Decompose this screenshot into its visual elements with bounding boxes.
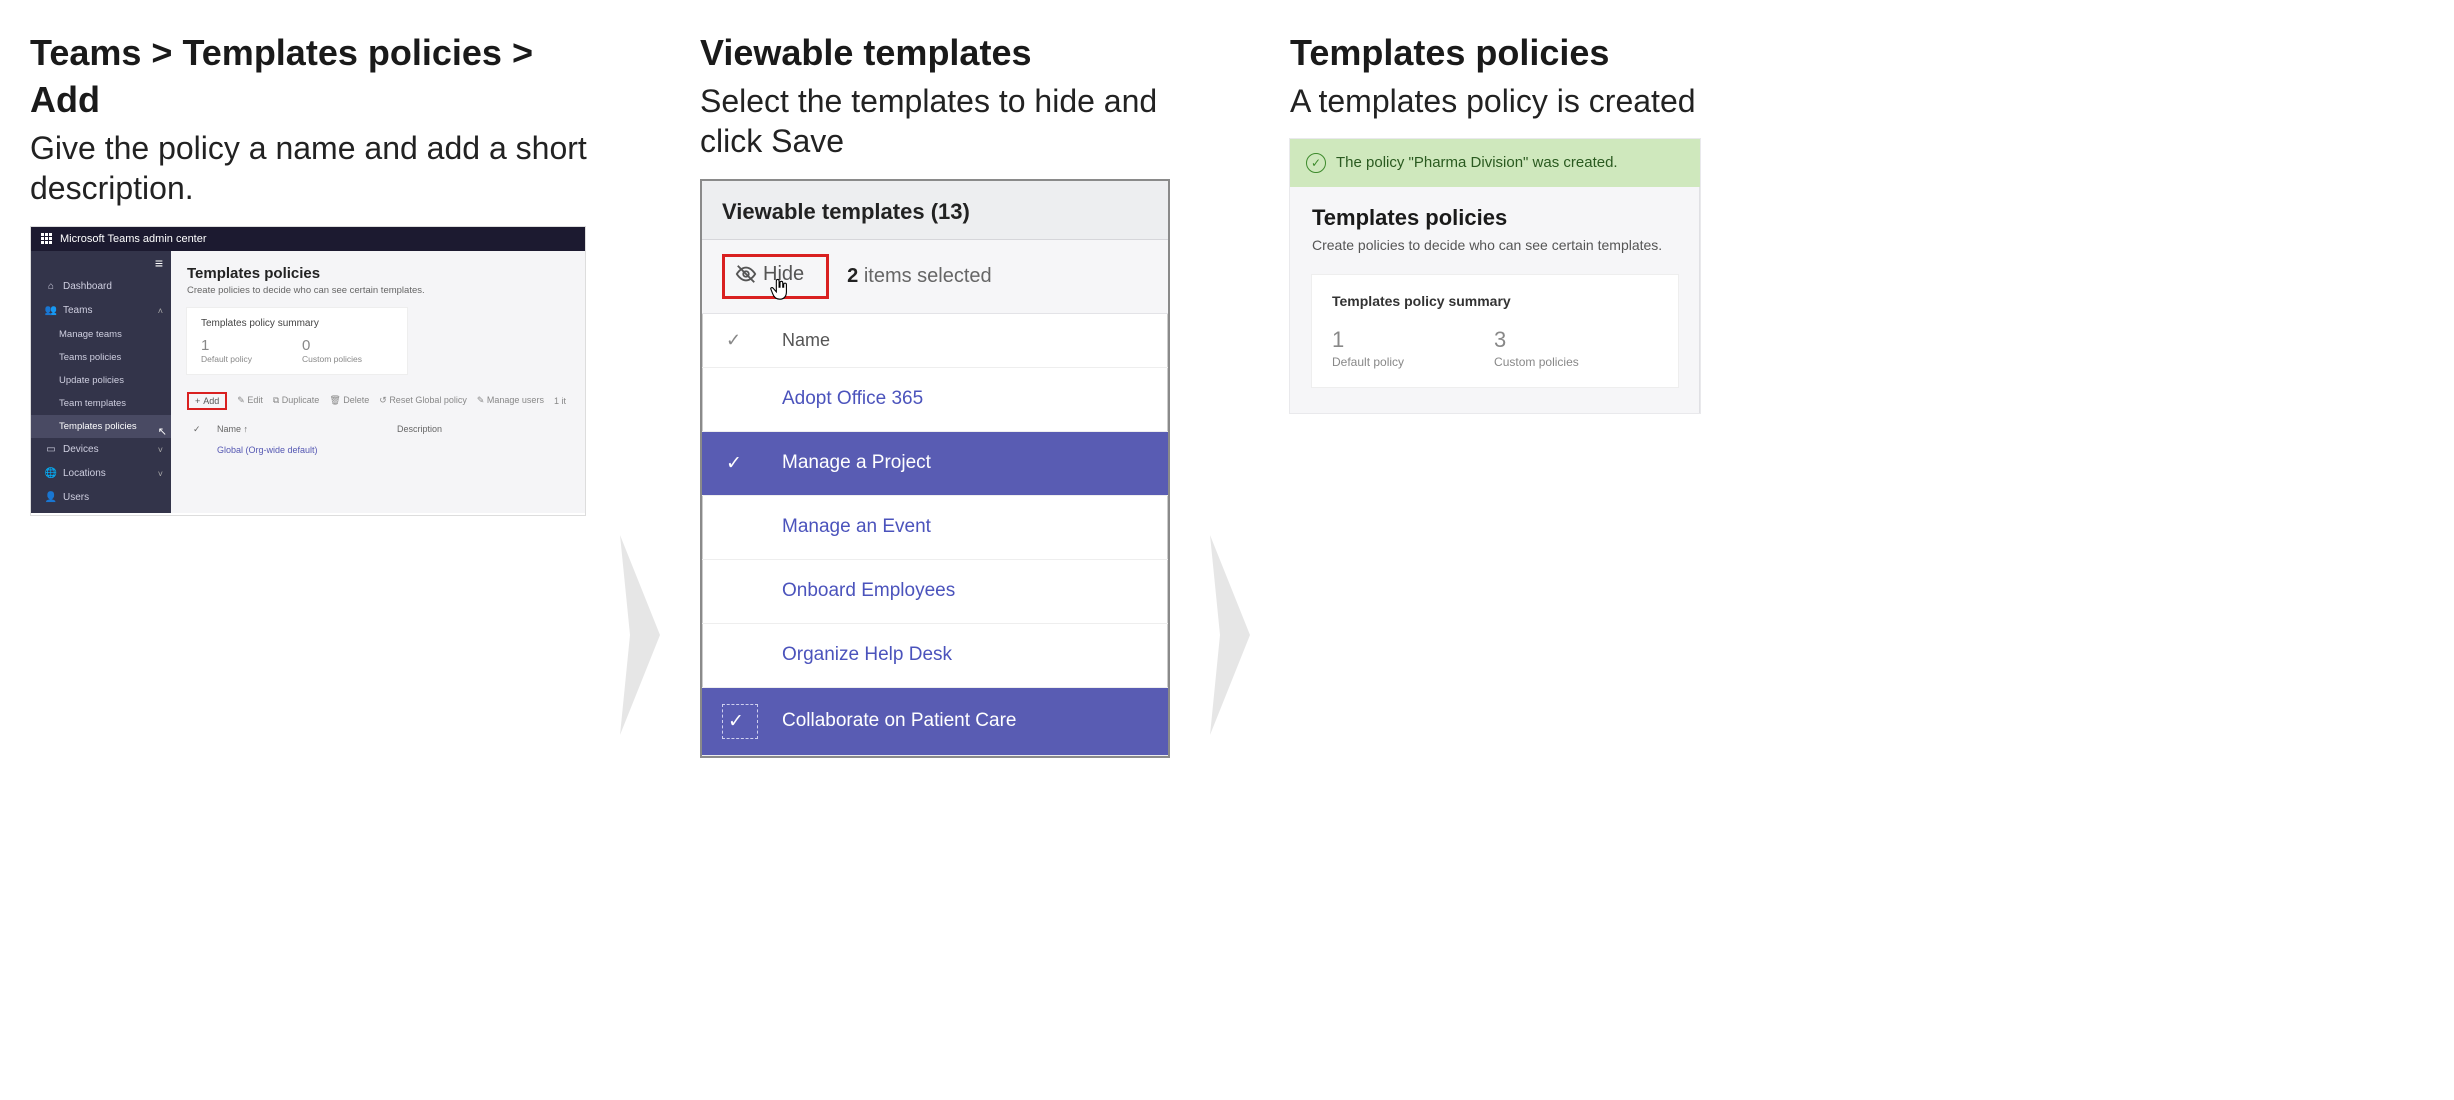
eye-slash-icon	[735, 263, 757, 285]
device-icon: ▭	[45, 444, 57, 456]
banner-text: The policy "Pharma Division" was created…	[1336, 154, 1618, 171]
duplicate-button[interactable]: ⧉ Duplicate	[273, 395, 319, 406]
flow-arrow-icon	[1210, 535, 1260, 735]
summary-title: Templates policy summary	[201, 318, 393, 329]
chevron-down-icon: ˅	[158, 469, 163, 479]
template-row[interactable]: ✓Collaborate on Patient Care	[702, 688, 1168, 756]
panel-header: Viewable templates (13)	[702, 181, 1168, 240]
home-icon: ⌂	[45, 281, 57, 293]
nav-dashboard[interactable]: ⌂Dashboard	[31, 275, 171, 299]
globe-icon: 🌐	[45, 468, 57, 480]
add-button[interactable]: +Add	[187, 392, 227, 410]
admin-center-screenshot: Microsoft Teams admin center ≡ ⌂Dashboar…	[30, 226, 586, 516]
plus-icon: +	[195, 396, 200, 406]
viewable-templates-panel: Viewable templates (13) Hide 2 items sel…	[700, 179, 1170, 758]
nav-manage-teams[interactable]: Manage teams	[31, 323, 171, 346]
nav-team-templates[interactable]: Team templates	[31, 392, 171, 415]
template-row[interactable]: ✓Manage a Project	[702, 432, 1168, 496]
check-icon[interactable]: ✓	[726, 330, 754, 351]
table-row[interactable]: Global (Org-wide default)	[187, 439, 569, 461]
column-header: ✓ Name	[702, 314, 1168, 368]
people-icon: 👥	[45, 305, 57, 317]
col-description[interactable]: Description	[397, 424, 442, 435]
item-count: 1 it	[554, 396, 566, 406]
step-2-subtitle: Select the templates to hide and click S…	[700, 81, 1180, 161]
edit-button[interactable]: ✎ Edit	[237, 395, 263, 406]
nav-teams-policies[interactable]: Teams policies	[31, 346, 171, 369]
select-all-checkbox[interactable]: ✓	[193, 424, 207, 435]
page-subtitle: Create policies to decide who can see ce…	[1312, 237, 1678, 253]
hamburger-icon[interactable]: ≡	[31, 251, 171, 275]
step-3-title: Templates policies	[1290, 30, 1700, 77]
default-label: Default policy	[1332, 355, 1404, 369]
page-subtitle: Create policies to decide who can see ce…	[187, 285, 569, 296]
custom-count: 3	[1494, 327, 1579, 353]
cursor-icon: ↖	[158, 425, 167, 438]
summary-card: Templates policy summary 1 Default polic…	[187, 308, 407, 374]
step-2-panel: Viewable templates Select the templates …	[700, 30, 1180, 758]
nav-users[interactable]: 👤Users	[31, 486, 171, 510]
summary-card: Templates policy summary 1 Default polic…	[1312, 275, 1678, 387]
default-label: Default policy	[201, 354, 252, 364]
waffle-icon[interactable]	[41, 233, 52, 244]
checkmark-circle-icon: ✓	[1306, 153, 1326, 173]
template-row[interactable]: ✓Manage an Event	[702, 496, 1168, 560]
nav-devices[interactable]: ▭Devices˅	[31, 438, 171, 462]
nav-teams[interactable]: 👥Teams˄	[31, 299, 171, 323]
page-title: Templates policies	[187, 265, 569, 282]
custom-label: Custom policies	[302, 354, 362, 364]
delete-button[interactable]: 🗑 Delete	[329, 395, 369, 406]
step-1-panel: Teams > Templates policies > Add Give th…	[30, 30, 590, 516]
command-bar: +Add ✎ Edit ⧉ Duplicate 🗑 Delete ↺ Reset…	[187, 392, 569, 410]
nav-templates-policies[interactable]: Templates policies ↖	[31, 415, 171, 438]
reset-button[interactable]: ↺ Reset Global policy	[379, 395, 467, 406]
custom-label: Custom policies	[1494, 355, 1579, 369]
hide-button[interactable]: Hide	[722, 254, 829, 299]
action-bar: Hide 2 items selected	[702, 240, 1168, 314]
chevron-up-icon: ˄	[158, 306, 163, 316]
step-3-subtitle: A templates policy is created	[1290, 81, 1700, 121]
app-topbar: Microsoft Teams admin center	[31, 227, 585, 251]
step-1-breadcrumb: Teams > Templates policies > Add	[30, 30, 590, 124]
app-title: Microsoft Teams admin center	[60, 233, 207, 245]
manage-users-button[interactable]: ✎ Manage users	[477, 395, 544, 406]
chevron-down-icon: ˅	[158, 445, 163, 455]
main-content: Templates policies Create policies to de…	[171, 251, 585, 513]
summary-title: Templates policy summary	[1332, 293, 1658, 309]
template-list: ✓Adopt Office 365 ✓Manage a Project ✓Man…	[702, 368, 1168, 756]
left-nav: ≡ ⌂Dashboard 👥Teams˄ Manage teams Teams …	[31, 251, 171, 513]
default-count: 1	[201, 337, 252, 354]
flow-arrow-icon	[620, 535, 670, 735]
col-name[interactable]: Name ↑	[217, 424, 387, 435]
step-3-panel: Templates policies A templates policy is…	[1290, 30, 1700, 413]
hand-cursor-icon	[769, 277, 791, 309]
nav-locations[interactable]: 🌐Locations˅	[31, 462, 171, 486]
row-name: Global (Org-wide default)	[217, 445, 387, 455]
custom-count: 0	[302, 337, 362, 354]
step-1-subtitle: Give the policy a name and add a short d…	[30, 128, 590, 208]
step-2-title: Viewable templates	[700, 30, 1180, 77]
page-title: Templates policies	[1312, 205, 1678, 231]
result-panel: ✓ The policy "Pharma Division" was creat…	[1290, 139, 1700, 413]
col-name[interactable]: Name	[782, 330, 830, 351]
nav-update-policies[interactable]: Update policies	[31, 369, 171, 392]
template-row[interactable]: ✓Onboard Employees	[702, 560, 1168, 624]
template-row[interactable]: ✓Adopt Office 365	[702, 368, 1168, 432]
default-count: 1	[1332, 327, 1404, 353]
success-banner: ✓ The policy "Pharma Division" was creat…	[1290, 139, 1700, 187]
selection-count: 2 items selected	[847, 265, 992, 288]
policies-table: ✓ Name ↑ Description Global (Org-wide de…	[187, 420, 569, 461]
user-icon: 👤	[45, 492, 57, 504]
template-row[interactable]: ✓Organize Help Desk	[702, 624, 1168, 688]
nav-meetings[interactable]: 🗓Meetings˅	[31, 510, 171, 516]
